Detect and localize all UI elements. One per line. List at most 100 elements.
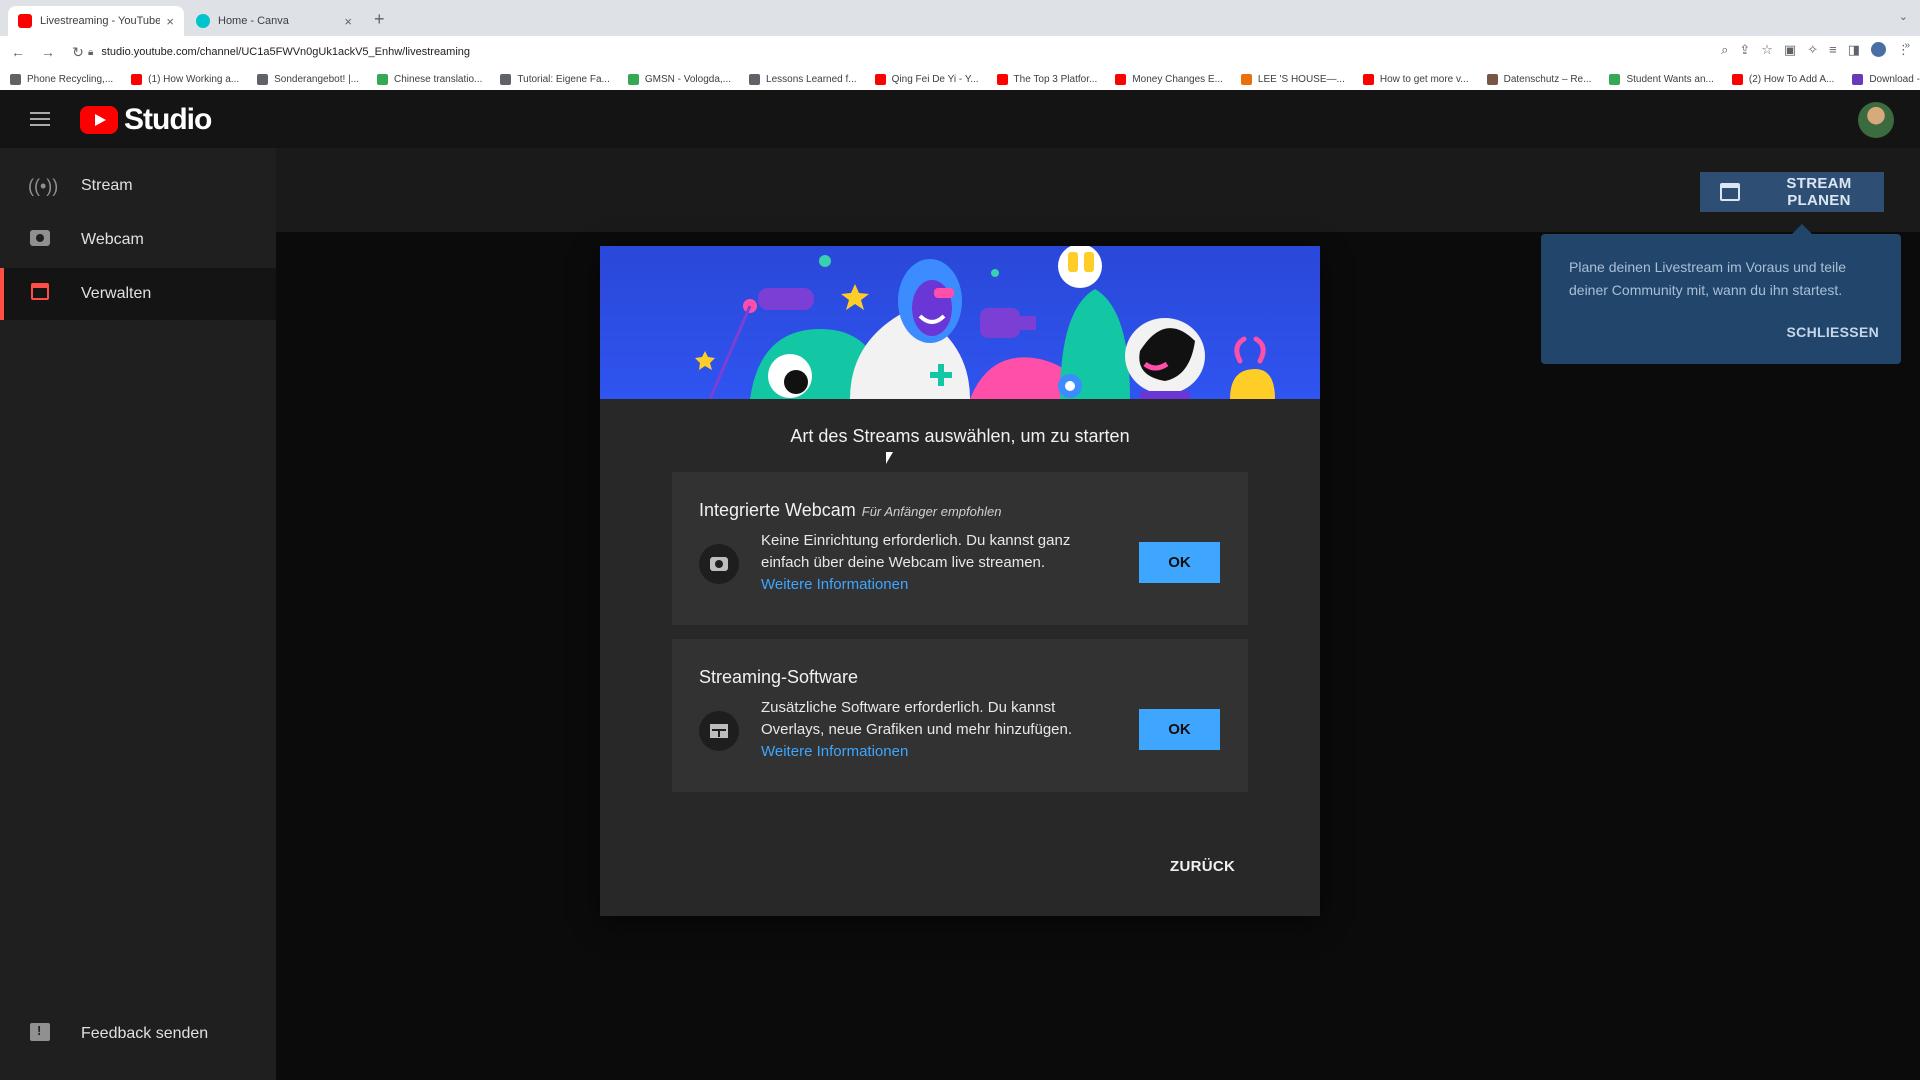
youtube-play-icon bbox=[80, 106, 118, 134]
bookmark-favicon-icon bbox=[1486, 73, 1498, 85]
plan-stream-tooltip: Plane deinen Livestream im Voraus und te… bbox=[1541, 224, 1901, 364]
bookmark-item[interactable]: Phone Recycling,... bbox=[10, 73, 113, 85]
extension-f-icon[interactable]: ▣ bbox=[1784, 42, 1796, 58]
feedback-icon bbox=[28, 1022, 52, 1046]
tab-search-chevron-icon[interactable]: ⌄ bbox=[1899, 10, 1908, 23]
stream-planen-label: STREAM PLANEN bbox=[1786, 175, 1852, 209]
learn-more-link[interactable]: Weitere Informationen bbox=[761, 741, 1101, 763]
software-window-icon bbox=[699, 711, 739, 751]
close-tab-icon[interactable]: × bbox=[166, 14, 174, 29]
profile-avatar-icon[interactable] bbox=[1871, 42, 1886, 57]
feedback-button[interactable]: Feedback senden bbox=[0, 1008, 276, 1060]
option-streaming-software: Streaming-Software Zusätzliche Software … bbox=[672, 639, 1248, 792]
learn-more-link[interactable]: Weitere Informationen bbox=[761, 574, 1101, 596]
bookmark-label: Qing Fei De Yi - Y... bbox=[891, 73, 979, 85]
sidebar-item-verwalten[interactable]: Verwalten bbox=[0, 268, 276, 320]
reading-list-icon[interactable]: ≡ bbox=[1829, 42, 1837, 58]
stream-planen-button[interactable]: STREAM PLANEN bbox=[1700, 172, 1884, 212]
bookmark-favicon-icon bbox=[10, 73, 21, 85]
bookmark-favicon-icon bbox=[1609, 73, 1621, 85]
bookmark-label: How to get more v... bbox=[1379, 73, 1469, 85]
browser-toolbar: ← → ↻ 🔒︎ studio.youtube.com/channel/UC1a… bbox=[0, 36, 1920, 90]
bookmark-label: Money Changes E... bbox=[1132, 73, 1223, 85]
dialog-title: Art des Streams auswählen, um zu starten bbox=[790, 426, 1130, 446]
calendar-icon bbox=[1720, 183, 1740, 201]
bookmarks-overflow-icon[interactable]: » bbox=[1904, 40, 1910, 51]
option-subtitle: Für Anfänger empfohlen bbox=[861, 504, 1002, 519]
sidebar: ((•)) Stream Webcam Verwalten Feedback s… bbox=[0, 148, 276, 1080]
sidebar-item-webcam[interactable]: Webcam bbox=[0, 214, 276, 266]
bookmark-item[interactable]: Datenschutz – Re... bbox=[1486, 73, 1592, 85]
bookmark-favicon-icon bbox=[1240, 73, 1252, 85]
sidebar-item-stream[interactable]: ((•)) Stream bbox=[0, 160, 276, 212]
new-tab-icon[interactable]: + bbox=[374, 9, 385, 30]
stream-type-dialog: Art des Streams auswählen, um zu starten… bbox=[600, 246, 1320, 916]
bookmark-item[interactable]: LEE 'S HOUSE—... bbox=[1240, 73, 1345, 85]
tab-youtube-studio[interactable]: Livestreaming - YouTube Studio × bbox=[8, 6, 184, 36]
bookmark-item[interactable]: How to get more v... bbox=[1362, 73, 1469, 85]
bookmark-item[interactable]: Student Wants an... bbox=[1609, 73, 1714, 85]
webcam-ok-button[interactable]: OK bbox=[1139, 542, 1220, 583]
bookmark-favicon-icon bbox=[1115, 73, 1127, 85]
sidebar-item-label: Webcam bbox=[81, 231, 144, 248]
calendar-icon bbox=[28, 283, 52, 305]
mouse-cursor-icon bbox=[886, 452, 893, 464]
menu-icon[interactable] bbox=[30, 112, 50, 126]
bookmark-item[interactable]: (2) How To Add A... bbox=[1731, 73, 1835, 85]
sidebar-item-label: Stream bbox=[81, 177, 133, 194]
bookmark-favicon-icon bbox=[500, 73, 512, 85]
option-description-text: Keine Einrichtung erforderlich. Du kanns… bbox=[761, 532, 1071, 571]
bookmark-favicon-icon bbox=[627, 73, 639, 85]
bookmark-label: Sonderangebot! |... bbox=[274, 73, 360, 85]
bookmark-favicon-icon bbox=[377, 73, 389, 85]
tab-canva[interactable]: Home - Canva × bbox=[186, 6, 362, 36]
option-title: Streaming-Software bbox=[699, 667, 858, 688]
bookmark-label: Lessons Learned f... bbox=[766, 73, 857, 85]
tooltip-close-button[interactable]: SCHLIESSEN bbox=[1787, 324, 1879, 340]
side-panel-icon[interactable]: ◨ bbox=[1848, 42, 1860, 58]
bookmark-label: Datenschutz – Re... bbox=[1503, 73, 1592, 85]
zoom-icon[interactable]: ⌕ bbox=[1721, 42, 1728, 58]
account-avatar[interactable] bbox=[1858, 102, 1894, 138]
option-integrierte-webcam: Integrierte Webcam Für Anfänger empfohlen… bbox=[672, 472, 1248, 625]
zurueck-button[interactable]: ZURÜCK bbox=[1170, 858, 1235, 875]
address-bar[interactable]: 🔒︎ studio.youtube.com/channel/UC1a5FWVn0… bbox=[88, 40, 1688, 64]
lock-icon: 🔒︎ bbox=[88, 46, 94, 58]
bookmark-item[interactable]: Lessons Learned f... bbox=[749, 73, 857, 85]
studio-header: Studio bbox=[0, 90, 1920, 148]
bookmark-label: (2) How To Add A... bbox=[1748, 73, 1835, 85]
main-toolbar bbox=[276, 148, 1920, 232]
forward-arrow-icon[interactable]: → bbox=[36, 44, 60, 60]
feedback-label: Feedback senden bbox=[81, 1025, 209, 1042]
close-tab-icon[interactable]: × bbox=[344, 14, 352, 29]
bookmark-item[interactable]: Qing Fei De Yi - Y... bbox=[874, 73, 979, 85]
studio-logo[interactable]: Studio bbox=[80, 103, 212, 137]
option-title: Integrierte Webcam Für Anfänger empfohlen bbox=[699, 500, 1001, 521]
share-icon[interactable]: ⇪ bbox=[1739, 42, 1750, 58]
reload-icon[interactable]: ↻ bbox=[66, 44, 90, 61]
broadcast-icon: ((•)) bbox=[28, 175, 59, 196]
bookmark-label: Student Wants an... bbox=[1626, 73, 1714, 85]
bookmark-item[interactable]: Chinese translatio... bbox=[377, 73, 482, 85]
bookmark-item[interactable]: Tutorial: Eigene Fa... bbox=[500, 73, 610, 85]
bookmark-item[interactable]: Money Changes E... bbox=[1115, 73, 1223, 85]
bookmark-favicon-icon bbox=[1731, 73, 1743, 85]
back-arrow-icon[interactable]: ← bbox=[6, 44, 30, 60]
browser-tab-strip: Livestreaming - YouTube Studio × Home - … bbox=[0, 0, 1920, 36]
bookmark-item[interactable]: (1) How Working a... bbox=[131, 73, 240, 85]
bookmark-label: (1) How Working a... bbox=[148, 73, 240, 85]
creators-illustration-icon bbox=[695, 246, 1275, 399]
tab-title: Home - Canva bbox=[218, 15, 289, 27]
option-description: Zusätzliche Software erforderlich. Du ka… bbox=[761, 697, 1101, 763]
star-icon[interactable]: ☆ bbox=[1761, 42, 1773, 58]
bookmark-item[interactable]: The Top 3 Platfor... bbox=[996, 73, 1097, 85]
bookmark-item[interactable]: Sonderangebot! |... bbox=[257, 73, 360, 85]
bookmark-favicon-icon bbox=[257, 73, 269, 85]
bookmark-label: GMSN - Vologda,... bbox=[644, 73, 732, 85]
extensions-puzzle-icon[interactable]: ✧ bbox=[1807, 42, 1818, 58]
bookmark-item[interactable]: GMSN - Vologda,... bbox=[627, 73, 732, 85]
option-description-text: Zusätzliche Software erforderlich. Du ka… bbox=[761, 699, 1073, 738]
bookmark-item[interactable]: Download - Cooki... bbox=[1852, 73, 1920, 85]
sidebar-item-label: Verwalten bbox=[81, 285, 152, 302]
software-ok-button[interactable]: OK bbox=[1139, 709, 1220, 750]
